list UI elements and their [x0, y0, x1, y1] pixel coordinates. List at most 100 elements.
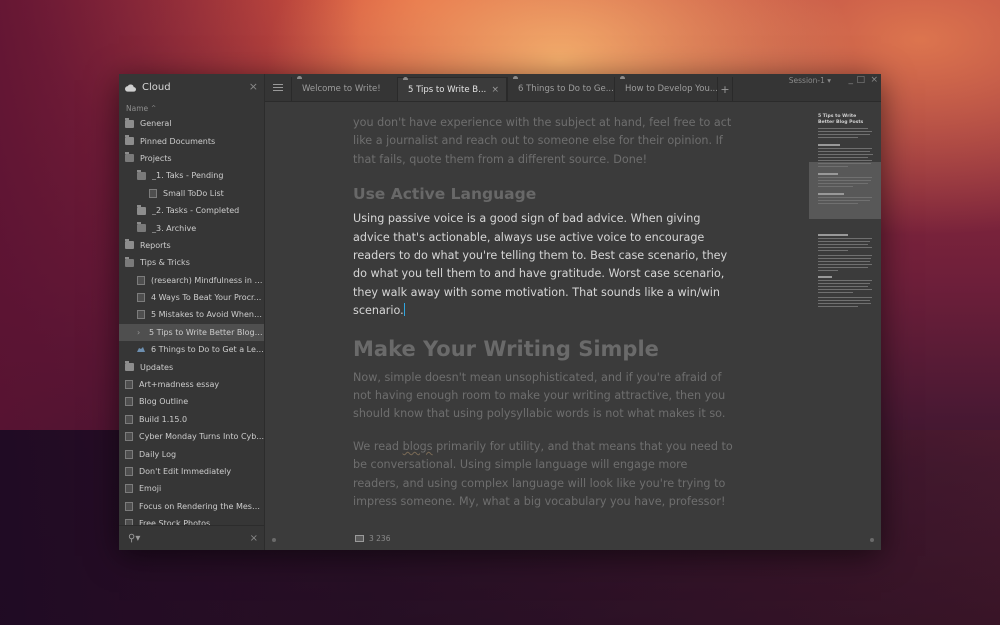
minimap-line — [818, 203, 858, 204]
minimap-line — [818, 261, 870, 262]
sidebar-item[interactable]: Tips & Tricks — [119, 254, 264, 271]
document-icon — [125, 380, 133, 390]
heading-make-writing-simple: Make Your Writing Simple — [353, 336, 659, 361]
misspelled-word[interactable]: blogs — [403, 440, 433, 453]
sidebar-item-label: 6 Things to Do to Get a Leg ... — [151, 345, 264, 355]
sidebar-item[interactable]: _2. Tasks - Completed — [119, 202, 264, 219]
sidebar-item-label: _2. Tasks - Completed — [152, 206, 240, 216]
close-tab-icon[interactable]: × — [491, 85, 499, 95]
minimap-line — [818, 131, 872, 132]
minimap-line — [818, 154, 873, 155]
minimap[interactable]: 5 Tips to Write Better Blog Posts — [809, 102, 881, 530]
sidebar-item-label: General — [140, 119, 172, 129]
sidebar-item-label: Build 1.15.0 — [139, 414, 188, 424]
status-dot-left[interactable] — [272, 538, 276, 542]
minimap-line — [818, 264, 872, 265]
sidebar-item[interactable]: Emoji — [119, 480, 264, 497]
sidebar-item[interactable]: 5 Mistakes to Avoid When ... — [119, 306, 264, 323]
minimap-line — [818, 244, 868, 245]
sidebar-title: Cloud — [142, 82, 171, 93]
tab-label: 6 Things to Do to Ge... — [518, 84, 614, 94]
minimap-line — [818, 297, 872, 298]
pin-icon — [620, 76, 625, 79]
active-paragraph: Using passive voice is a good sign of ba… — [353, 210, 733, 320]
sidebar-item[interactable]: Focus on Rendering the Messa... — [119, 498, 264, 515]
sidebar-item[interactable]: 4 Ways To Beat Your Procr... — [119, 289, 264, 306]
sidebar-item[interactable]: Daily Log — [119, 445, 264, 462]
paragraph: Now, simple doesn't mean unsophisticated… — [353, 370, 726, 421]
sidebar-item[interactable]: Pinned Documents — [119, 132, 264, 149]
status-dot-right[interactable] — [870, 538, 874, 542]
minimap-line — [818, 163, 871, 164]
sidebar-item[interactable]: General — [119, 115, 264, 132]
search-icon[interactable]: ⚲▾ — [128, 533, 140, 544]
app-window: Cloud × Name ^ General Pinned Documents Pr… — [119, 74, 881, 550]
sidebar-item-label: _3. Archive — [152, 223, 197, 233]
maximize-button[interactable]: □ — [856, 75, 865, 85]
sidebar-item[interactable]: Build 1.15.0 — [119, 411, 264, 428]
sidebar-item[interactable]: › 5 Tips to Write Better Blog ... — [119, 323, 264, 342]
sidebar-item[interactable]: Cyber Monday Turns Into Cyb... — [119, 428, 264, 445]
sidebar-item[interactable]: _3. Archive — [119, 219, 264, 236]
minimap-viewport[interactable] — [809, 162, 881, 219]
sidebar-item-label: Small ToDo List — [163, 188, 224, 198]
sidebar-item[interactable]: Small ToDo List — [119, 185, 264, 202]
minimap-line — [818, 270, 838, 271]
sidebar-item[interactable]: _1. Taks - Pending — [119, 167, 264, 184]
hamburger-icon — [273, 87, 283, 88]
sidebar: Cloud × Name ^ General Pinned Documents Pr… — [119, 74, 265, 550]
document-content[interactable]: you don't have experience with the subje… — [353, 114, 733, 512]
minimap-line — [818, 183, 868, 184]
tab-5-tips[interactable]: 5 Tips to Write B... × — [397, 77, 507, 101]
close-window-button[interactable]: × — [870, 75, 878, 85]
menu-button[interactable] — [265, 74, 291, 101]
sidebar-item[interactable]: Projects — [119, 150, 264, 167]
minimap-line — [818, 292, 853, 293]
minimap-line — [818, 238, 872, 239]
sidebar-item[interactable]: (research) Mindfulness in Si... — [119, 272, 264, 289]
sidebar-item[interactable]: Blog Outline — [119, 393, 264, 410]
minimap-line — [818, 255, 872, 256]
sidebar-item-label: Art+madness essay — [139, 380, 220, 390]
minimap-line — [818, 241, 870, 242]
minimap-line — [818, 300, 870, 301]
sidebar-item[interactable]: 6 Things to Do to Get a Leg ... — [119, 341, 264, 358]
minimap-line — [818, 157, 868, 158]
sidebar-item-label: 4 Ways To Beat Your Procr... — [151, 293, 262, 303]
sidebar-item[interactable]: Art+madness essay — [119, 376, 264, 393]
minimize-button[interactable]: _ — [849, 75, 854, 85]
sidebar-item-label: _1. Taks - Pending — [152, 171, 224, 181]
minimap-line — [818, 276, 832, 278]
folder-open-icon — [125, 152, 134, 163]
sidebar-item[interactable]: Reports — [119, 237, 264, 254]
sort-header[interactable]: Name ^ — [119, 101, 264, 115]
folder-icon — [125, 135, 134, 146]
sidebar-item[interactable]: Don't Edit Immediately — [119, 463, 264, 480]
document-icon — [125, 432, 133, 442]
document-icon — [137, 293, 145, 303]
session-dropdown[interactable]: Session-1 ▾ — [789, 76, 831, 85]
tab-6-things[interactable]: 6 Things to Do to Ge... — [507, 76, 614, 101]
add-tab-button[interactable]: + — [717, 77, 733, 101]
minimap-line — [818, 280, 872, 281]
sort-label: Name — [126, 103, 149, 113]
sidebar-header: Cloud × — [119, 74, 264, 101]
tab-welcome[interactable]: Welcome to Write! — [291, 76, 397, 101]
minimap-line — [818, 177, 872, 178]
tab-how-to-develop[interactable]: How to Develop You... — [614, 76, 718, 101]
minimap-line — [818, 289, 872, 290]
folder-icon — [125, 117, 134, 128]
sidebar-search: ⚲▾ × — [119, 525, 264, 550]
word-count-icon[interactable] — [355, 535, 364, 542]
pin-icon — [403, 77, 408, 80]
close-sidebar-icon[interactable]: × — [249, 81, 258, 92]
search-input[interactable] — [144, 532, 249, 544]
minimap-line — [818, 234, 848, 236]
chevron-up-icon: ^ — [151, 104, 157, 112]
sidebar-item[interactable]: Updates — [119, 358, 264, 375]
document-tree: General Pinned Documents Projects _1. Taks … — [119, 115, 264, 532]
clear-search-icon[interactable]: × — [250, 533, 258, 544]
editor[interactable]: you don't have experience with the subje… — [265, 102, 808, 530]
document-icon — [137, 275, 145, 285]
text-cursor — [403, 303, 405, 317]
